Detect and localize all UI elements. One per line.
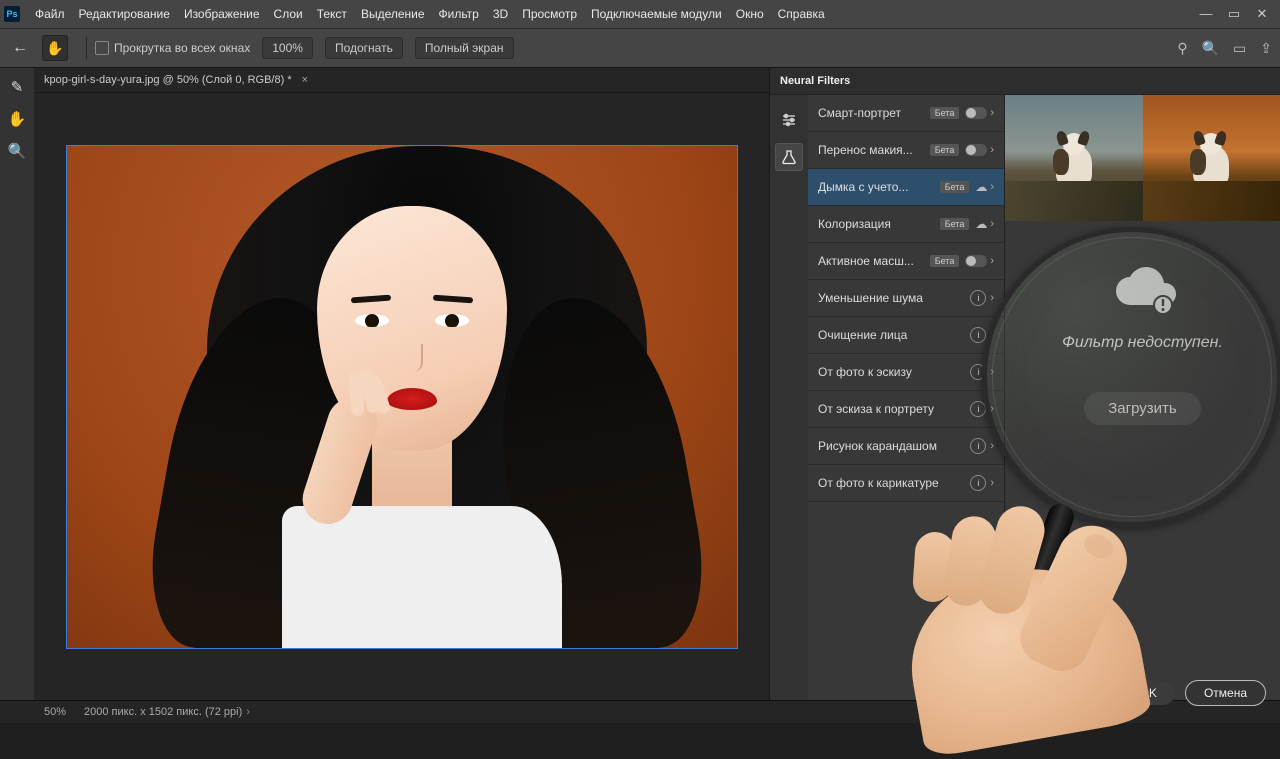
- status-chevron-icon[interactable]: ›: [246, 706, 250, 718]
- filter-smart-portrait[interactable]: Смарт-портрет Бета ›: [808, 95, 1004, 132]
- chevron-right-icon: ›: [990, 181, 994, 193]
- fullscreen-button[interactable]: Полный экран: [415, 37, 514, 59]
- back-icon[interactable]: ←: [8, 36, 32, 60]
- menu-image[interactable]: Изображение: [177, 7, 267, 21]
- filter-unavailable: Фильтр недоступен. Загрузить: [1005, 265, 1280, 425]
- scroll-all-label: Прокрутка во всех окнах: [114, 41, 250, 55]
- info-icon[interactable]: i: [970, 290, 986, 306]
- options-bar: ← ✋ Прокрутка во всех окнах 100% Подогна…: [0, 28, 1280, 68]
- chevron-right-icon: ›: [990, 107, 994, 119]
- divider: [86, 37, 87, 59]
- menu-file[interactable]: Файл: [28, 7, 72, 21]
- toggle-icon[interactable]: [965, 107, 987, 119]
- menu-layers[interactable]: Слои: [267, 7, 310, 21]
- fit-button[interactable]: Подогнать: [325, 37, 403, 59]
- filter-list: Смарт-портрет Бета › Перенос макия... Бе…: [808, 95, 1005, 700]
- document-tab[interactable]: kpop-girl-s-day-yura.jpg @ 50% (Слой 0, …: [34, 68, 769, 93]
- workspace-icon[interactable]: ▭: [1233, 40, 1246, 57]
- window-close-icon[interactable]: ✕: [1248, 6, 1276, 22]
- portrait-subject: [67, 146, 737, 648]
- search-icon-alt[interactable]: 🔍: [1202, 40, 1219, 57]
- before-after-preview: [1005, 95, 1280, 221]
- filter-photo-to-caricature[interactable]: От фото к карикатуре i ›: [808, 465, 1004, 502]
- ok-button[interactable]: OK: [1122, 681, 1175, 705]
- canvas[interactable]: [66, 145, 738, 649]
- cloud-download-icon[interactable]: ☁: [975, 180, 987, 194]
- app-logo: Ps: [4, 6, 20, 22]
- filter-preview-column: Фильтр недоступен. Загрузить: [1005, 95, 1280, 700]
- panel-footer-actions: ▣ й слой OK Отмена: [1016, 680, 1266, 706]
- window-controls: — ▭ ✕: [1192, 6, 1276, 22]
- menu-text[interactable]: Текст: [310, 7, 354, 21]
- preview-before: [1005, 95, 1143, 221]
- filter-super-zoom[interactable]: Активное масш... Бета ›: [808, 243, 1004, 280]
- status-dimensions: 2000 пикс. x 1502 пикс. (72 ppi): [84, 706, 242, 718]
- info-icon[interactable]: i: [970, 475, 986, 491]
- menu-help[interactable]: Справка: [771, 7, 832, 21]
- chevron-right-icon: ›: [990, 218, 994, 230]
- panel-category-column: [770, 95, 808, 700]
- share-icon[interactable]: ⇪: [1260, 40, 1272, 57]
- chevron-right-icon: ›: [990, 255, 994, 267]
- menu-plugins[interactable]: Подключаемые модули: [584, 7, 729, 21]
- filter-makeup-transfer[interactable]: Перенос макия... Бета ›: [808, 132, 1004, 169]
- sliders-icon[interactable]: [776, 107, 802, 133]
- window-minimize-icon[interactable]: —: [1192, 6, 1220, 22]
- menu-view[interactable]: Просмотр: [515, 7, 584, 21]
- info-icon[interactable]: i: [970, 364, 986, 380]
- left-toolbar: ✎ ✋ 🔍: [0, 68, 34, 700]
- menu-3d[interactable]: 3D: [486, 7, 515, 21]
- filter-pencil-drawing[interactable]: Рисунок карандашом i ›: [808, 428, 1004, 465]
- window-restore-icon[interactable]: ▭: [1220, 6, 1248, 22]
- info-icon[interactable]: i: [970, 438, 986, 454]
- filter-colorize[interactable]: Колоризация Бета ☁ ›: [808, 206, 1004, 243]
- preview-toggle-icon[interactable]: ▣: [1016, 685, 1029, 702]
- canvas-area: kpop-girl-s-day-yura.jpg @ 50% (Слой 0, …: [34, 68, 769, 700]
- chevron-right-icon: ›: [990, 292, 994, 304]
- chevron-right-icon: ›: [990, 403, 994, 415]
- panel-title: Neural Filters: [770, 68, 1280, 95]
- download-button[interactable]: Загрузить: [1084, 392, 1201, 425]
- filter-sketch-to-portrait[interactable]: От эскиза к портрету i ›: [808, 391, 1004, 428]
- hand-tool-icon[interactable]: ✋: [42, 35, 68, 61]
- chevron-right-icon: ›: [990, 366, 994, 378]
- preview-after: [1143, 95, 1280, 221]
- unavailable-message: Фильтр недоступен.: [1005, 334, 1280, 352]
- document-tab-title: kpop-girl-s-day-yura.jpg @ 50% (Слой 0, …: [44, 74, 292, 86]
- menu-filter[interactable]: Фильтр: [432, 7, 486, 21]
- brush-tool-icon[interactable]: ✎: [4, 74, 30, 100]
- chevron-right-icon: ›: [990, 440, 994, 452]
- info-icon[interactable]: i: [970, 401, 986, 417]
- toggle-icon[interactable]: [965, 144, 987, 156]
- info-icon[interactable]: i: [970, 327, 986, 343]
- hand-tool-icon-side[interactable]: ✋: [4, 106, 30, 132]
- output-layer-select[interactable]: й слой: [1039, 680, 1112, 706]
- chevron-right-icon: ›: [990, 329, 994, 341]
- menu-edit[interactable]: Редактирование: [72, 7, 177, 21]
- menu-window[interactable]: Окно: [729, 7, 771, 21]
- menubar: Ps Файл Редактирование Изображение Слои …: [0, 0, 1280, 28]
- filter-photo-to-sketch[interactable]: От фото к эскизу i ›: [808, 354, 1004, 391]
- filter-depth-haze[interactable]: Дымка с учето... Бета ☁ ›: [808, 169, 1004, 206]
- scroll-all-checkbox[interactable]: [95, 41, 109, 55]
- zoom-tool-icon[interactable]: 🔍: [4, 138, 30, 164]
- toggle-icon[interactable]: [965, 255, 987, 267]
- filter-face-cleanup[interactable]: Очищение лица i ›: [808, 317, 1004, 354]
- filter-noise-reduction[interactable]: Уменьшение шума i ›: [808, 280, 1004, 317]
- chevron-right-icon: ›: [990, 477, 994, 489]
- status-zoom[interactable]: 50%: [44, 706, 66, 718]
- chevron-right-icon: ›: [990, 144, 994, 156]
- cancel-button[interactable]: Отмена: [1185, 680, 1266, 706]
- zoom-value[interactable]: 100%: [262, 37, 313, 59]
- flask-icon[interactable]: [775, 143, 803, 171]
- search-icon[interactable]: ⚲: [1177, 40, 1187, 57]
- cloud-download-icon[interactable]: ☁: [975, 217, 987, 231]
- cloud-warning-icon: [1108, 265, 1178, 315]
- menu-select[interactable]: Выделение: [354, 7, 432, 21]
- neural-filters-panel: Neural Filters Смарт-портрет Бета › П: [769, 68, 1280, 700]
- close-tab-icon[interactable]: ×: [302, 74, 308, 86]
